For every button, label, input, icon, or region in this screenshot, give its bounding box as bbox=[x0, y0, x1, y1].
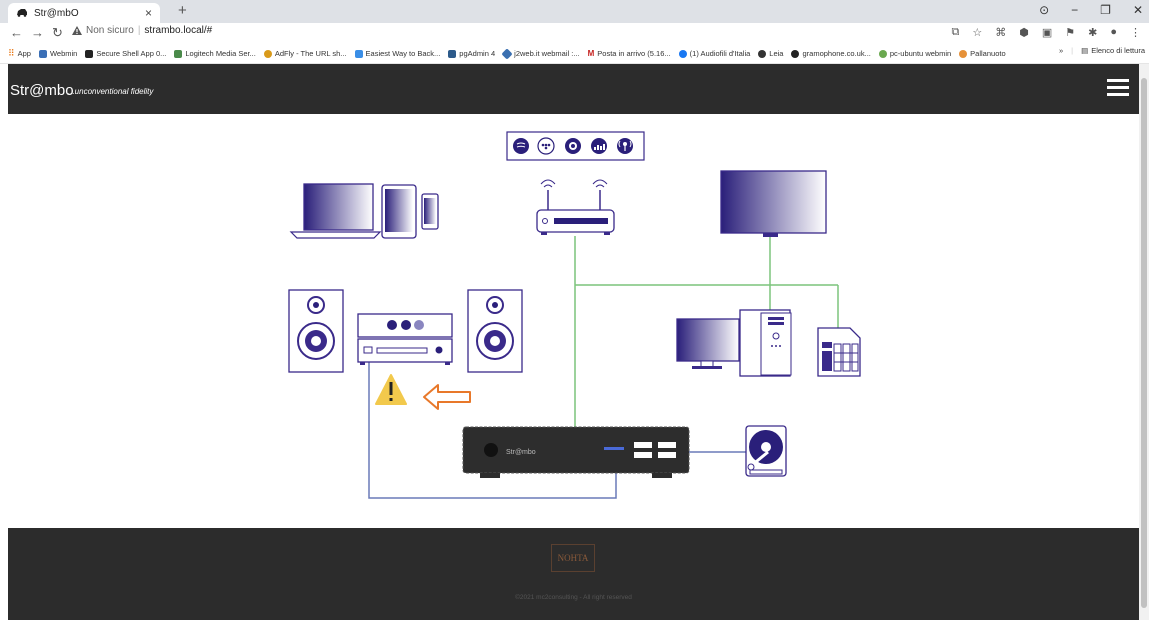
bookmark-item[interactable]: pgAdmin 4 bbox=[448, 49, 495, 58]
amplifier-icon bbox=[357, 313, 453, 365]
restore-button[interactable]: ❐ bbox=[1100, 3, 1111, 17]
leia-icon bbox=[758, 49, 767, 58]
audio-cables bbox=[368, 351, 746, 499]
network-diagram: Str@mbo bbox=[288, 131, 861, 499]
star-icon[interactable]: ☆ bbox=[972, 26, 982, 39]
window-controls: ⊙ − ❐ ✕ bbox=[1039, 3, 1143, 17]
j2web-icon bbox=[501, 47, 513, 60]
webmin-icon bbox=[38, 49, 47, 58]
hamburger-menu-icon[interactable] bbox=[1107, 79, 1129, 97]
hard-disk-icon bbox=[745, 425, 787, 477]
logitech-icon bbox=[174, 49, 183, 58]
security-label: Non sicuro bbox=[86, 25, 134, 36]
deezer-icon[interactable] bbox=[591, 138, 607, 154]
gramophone-icon bbox=[791, 49, 800, 58]
device-label: Str@mbo bbox=[506, 449, 536, 456]
bookmark-item[interactable]: ⠿ App bbox=[8, 48, 31, 59]
facebook-icon bbox=[678, 49, 687, 58]
profile-icon[interactable]: ⊙ bbox=[1039, 3, 1049, 17]
bookmarks-overflow: » | ▤ Elenco di lettura bbox=[1058, 46, 1145, 55]
phone-icon bbox=[421, 193, 439, 230]
laptop-icon bbox=[289, 183, 382, 239]
speaker-left-icon bbox=[288, 289, 344, 373]
warning-icon bbox=[375, 374, 407, 405]
tab-close-icon[interactable]: × bbox=[145, 6, 152, 20]
ubuntu-icon bbox=[878, 49, 887, 58]
spotify-icon[interactable] bbox=[513, 138, 529, 154]
tab-title: Str@mbO bbox=[34, 8, 79, 19]
site-footer: NOHTA ©2021 mc2consulting - All right re… bbox=[8, 528, 1139, 620]
address-bar[interactable]: Non sicuro | strambo.local/# bbox=[72, 25, 212, 36]
bookmark-item[interactable]: Webmin bbox=[38, 49, 77, 58]
bookmark-item[interactable]: Logitech Media Ser... bbox=[174, 49, 256, 58]
new-tab-button[interactable]: + bbox=[178, 2, 187, 19]
bookmark-item[interactable]: pc-ubuntu webmin bbox=[878, 49, 951, 58]
bookmark-item[interactable]: Easiest Way to Back... bbox=[354, 49, 440, 58]
puzzle-icon[interactable]: ✱ bbox=[1088, 26, 1097, 39]
streaming-services-bar bbox=[506, 131, 645, 161]
desktop-pc-icon bbox=[676, 309, 792, 377]
extension-icons: ⧉ ☆ ⌘ ⬢ ▣ ⚑ ✱ ● ⋮ bbox=[952, 26, 1142, 39]
pallanuoto-icon bbox=[959, 49, 968, 58]
nas-icon bbox=[817, 327, 861, 377]
scrollbar-thumb[interactable] bbox=[1141, 78, 1147, 608]
footer-copyright: ©2021 mc2consulting - All right reserved bbox=[515, 594, 632, 601]
url-separator: | bbox=[137, 25, 141, 36]
site-tagline: ...unconventional fidelity bbox=[68, 87, 154, 96]
tidal-icon[interactable] bbox=[537, 137, 555, 155]
translate-icon[interactable]: ⧉ bbox=[952, 26, 960, 39]
avatar[interactable]: ● bbox=[1110, 26, 1117, 39]
forward-arrow-icon[interactable]: → bbox=[31, 25, 44, 40]
extension-icon[interactable]: ▣ bbox=[1042, 26, 1052, 39]
tablet-icon bbox=[381, 184, 417, 239]
car-favicon-icon bbox=[17, 9, 27, 17]
main-content: Str@mbo bbox=[8, 114, 1139, 528]
bookmark-item[interactable]: AdFly - The URL sh... bbox=[263, 49, 347, 58]
bookmark-item[interactable]: gramophone.co.uk... bbox=[791, 49, 871, 58]
browser-tab-bar: Str@mbO × + ⊙ − ❐ ✕ bbox=[0, 0, 1149, 23]
browser-toolbar: ← → ↻ Non sicuro | strambo.local/# ⧉ ☆ ⌘… bbox=[0, 23, 1149, 44]
footer-logo[interactable]: NOHTA bbox=[551, 544, 595, 572]
bookmarks-bar: ⠿ App Webmin Secure Shell App 0... Logite… bbox=[0, 44, 1149, 64]
close-window-button[interactable]: ✕ bbox=[1133, 3, 1143, 17]
bookmark-item[interactable]: (1) Audiofili d'Italia bbox=[678, 49, 750, 58]
back-arrow-icon[interactable]: ← bbox=[10, 25, 23, 40]
reading-list-icon: ▤ bbox=[1081, 46, 1089, 55]
router-icon bbox=[536, 179, 615, 235]
bookmark-item[interactable]: j2web.it webmail :... bbox=[501, 47, 580, 60]
shield-icon[interactable]: ⬢ bbox=[1019, 26, 1029, 39]
url-text[interactable]: strambo.local/# bbox=[144, 25, 212, 36]
strambo-device[interactable]: Str@mbo bbox=[462, 426, 690, 478]
radio-icon[interactable] bbox=[617, 138, 633, 154]
backup-icon bbox=[354, 49, 363, 58]
bookmark-item[interactable]: Leia bbox=[758, 49, 783, 58]
site-brand[interactable]: Str@mbo bbox=[10, 82, 74, 99]
bookmark-item[interactable]: Pallanuoto bbox=[959, 49, 1006, 58]
qobuz-icon[interactable] bbox=[565, 138, 581, 154]
tv-icon bbox=[720, 170, 827, 237]
scrollbar[interactable] bbox=[1139, 64, 1149, 620]
speaker-right-icon bbox=[467, 289, 523, 373]
reload-icon[interactable]: ↻ bbox=[52, 25, 63, 41]
reading-mode-icon[interactable]: ⌘ bbox=[995, 26, 1006, 39]
minimize-button[interactable]: − bbox=[1071, 3, 1078, 17]
terminal-icon bbox=[85, 49, 94, 58]
adfly-icon bbox=[263, 49, 272, 58]
site-navbar: Str@mbo ...unconventional fidelity bbox=[8, 64, 1139, 114]
gmail-icon: M bbox=[587, 49, 595, 58]
bookmark-item[interactable]: M Posta in arrivo (5.16... bbox=[588, 49, 671, 58]
browser-tab[interactable]: Str@mbO × bbox=[8, 3, 160, 23]
bookmarks-more-button[interactable]: » bbox=[1059, 46, 1063, 55]
apps-grid-icon: ⠿ bbox=[8, 48, 15, 58]
menu-dots-icon[interactable]: ⋮ bbox=[1130, 26, 1141, 39]
pgadmin-icon bbox=[448, 49, 457, 58]
flag-icon[interactable]: ⚑ bbox=[1065, 26, 1075, 39]
reading-list-button[interactable]: ▤ Elenco di lettura bbox=[1081, 46, 1145, 55]
bookmark-item[interactable]: Secure Shell App 0... bbox=[85, 49, 166, 58]
warning-triangle-icon bbox=[72, 26, 82, 35]
arrow-left-icon bbox=[423, 384, 471, 410]
